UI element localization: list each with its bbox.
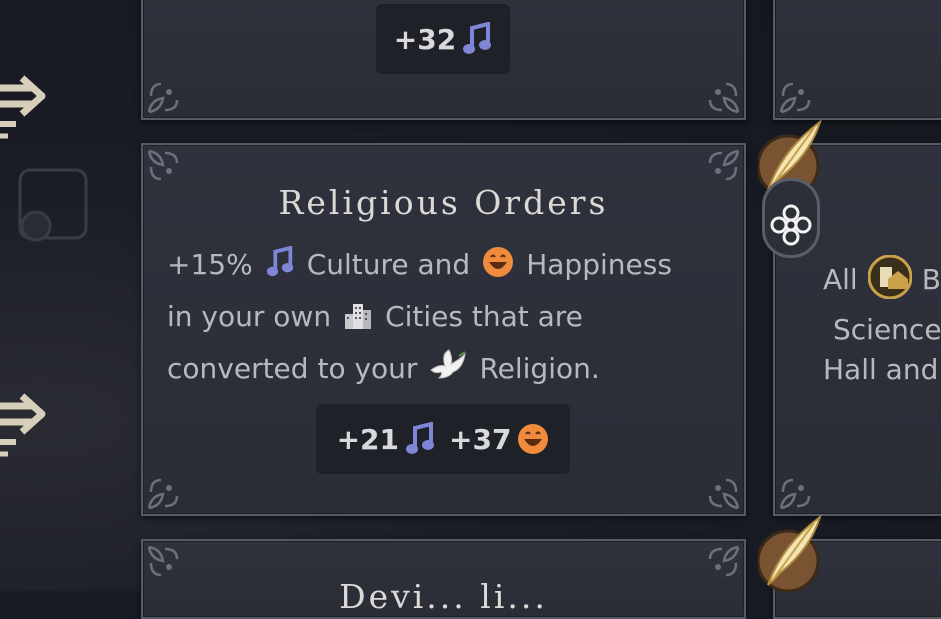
desc-line-1: All B xyxy=(823,254,941,310)
desc-line-2: Science xyxy=(833,313,941,346)
card-description: +15% Culture and Happiness in your own Citi… xyxy=(167,241,727,397)
locked-tech-icon xyxy=(18,168,88,242)
desc-text: Cities that are xyxy=(385,300,583,333)
tree-card-religious-orders[interactable]: Religious Orders +15% Culture and Happines… xyxy=(141,143,746,516)
culture-yield-value: +21 xyxy=(336,422,399,456)
desc-line-2: in your own Cities that are xyxy=(167,293,727,345)
corner-ornament-icon xyxy=(147,149,181,183)
corner-ornament-icon xyxy=(147,80,181,114)
desc-text: Happiness xyxy=(526,248,672,281)
desc-text: in your own xyxy=(167,300,332,333)
corner-ornament-icon xyxy=(147,476,181,510)
desc-line-3: converted to your Religion. xyxy=(167,345,727,397)
culture-note-icon xyxy=(265,245,295,293)
corner-ornament-icon xyxy=(779,80,813,114)
corner-ornament-icon xyxy=(779,476,813,510)
unlock-badge[interactable] xyxy=(758,515,822,593)
right-card-description: All B Science Hall and xyxy=(823,254,941,390)
religion-dove-icon xyxy=(429,348,467,397)
desc-text: Culture and xyxy=(306,248,471,281)
happiness-face-icon xyxy=(482,245,514,293)
desc-text: All xyxy=(823,263,858,296)
quill-icon xyxy=(758,515,822,593)
building-icon xyxy=(867,254,913,310)
unlock-badge[interactable] xyxy=(758,120,822,260)
tree-card-top[interactable]: +32 xyxy=(141,0,746,120)
card-title: Devi... li... xyxy=(339,577,548,616)
corner-ornament-icon xyxy=(706,80,740,114)
tree-card-right-top[interactable] xyxy=(773,0,941,120)
corner-ornament-icon xyxy=(706,476,740,510)
happiness-face-icon xyxy=(518,424,549,454)
relic-slot xyxy=(762,178,820,258)
desc-line-1: +15% Culture and Happiness xyxy=(167,241,727,293)
desc-text: Religion. xyxy=(479,352,600,385)
corner-ornament-icon xyxy=(147,545,181,579)
culture-note-icon xyxy=(406,422,434,454)
card-title: Religious Orders xyxy=(278,183,609,222)
yield-box: +21 +37 xyxy=(316,404,570,474)
culture-note-icon xyxy=(463,22,492,54)
culture-yield-value: +32 xyxy=(393,22,457,56)
tree-card-bottom[interactable]: Devi... li... xyxy=(141,539,746,619)
desc-line-3: Hall and xyxy=(823,353,939,386)
relic-flower-icon xyxy=(770,204,812,246)
city-buildings-icon xyxy=(343,297,373,345)
tree-connector-arrow-icon xyxy=(0,75,46,139)
tree-connector-arrow-icon xyxy=(0,393,46,457)
desc-text: converted to your xyxy=(167,352,418,385)
yield-box: +32 xyxy=(376,4,510,74)
happiness-yield: +37 xyxy=(449,423,549,456)
corner-ornament-icon xyxy=(706,149,740,183)
culture-yield: +21 xyxy=(337,422,435,456)
desc-text: +15% xyxy=(167,248,253,281)
culture-yield: +32 xyxy=(394,22,492,56)
desc-text: B xyxy=(921,263,941,296)
corner-ornament-icon xyxy=(706,545,740,579)
happiness-yield-value: +37 xyxy=(449,422,512,456)
